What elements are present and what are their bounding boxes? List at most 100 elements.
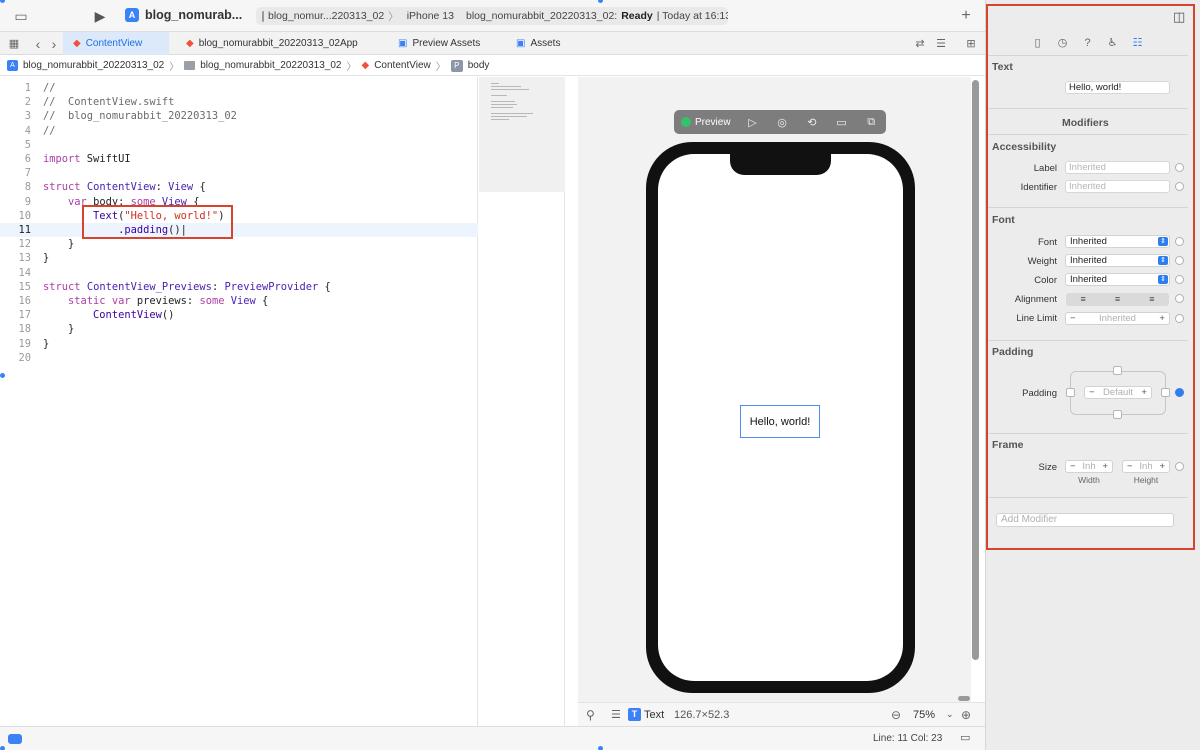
- debug-area-toggle-icon[interactable]: [8, 734, 22, 744]
- code-token: //: [43, 82, 56, 94]
- scheme-project[interactable]: A blog_nomurab...: [125, 8, 242, 22]
- editor-tab-bar: ▦ ‹ › ◆ ContentView ◆ blog_nomurabbit_20…: [0, 32, 985, 55]
- editor-options-icon[interactable]: ☰: [933, 36, 949, 52]
- code-token: ContentView_Previews: [86, 280, 212, 293]
- code-text: // blog_nomurabbit_20220313_02: [43, 109, 237, 123]
- live-dot-icon: [681, 117, 691, 127]
- sidebar-toggle-icon[interactable]: ▭: [13, 8, 29, 24]
- horizontal-scrollbar[interactable]: [958, 696, 970, 701]
- swift-icon: ◆: [361, 60, 370, 71]
- code-line[interactable]: 13}: [0, 251, 478, 265]
- line-number: 19: [18, 337, 31, 350]
- list-icon[interactable]: ☰: [611, 708, 621, 721]
- minimap[interactable]: [479, 77, 565, 726]
- pin-icon[interactable]: ⚲: [586, 708, 595, 722]
- app-icon: A: [125, 8, 139, 22]
- tab-app[interactable]: ◆ blog_nomurabbit_20220313_02App: [176, 32, 368, 55]
- line-number: 18: [18, 323, 31, 336]
- property-icon: P: [450, 59, 463, 72]
- breadcrumb: A blog_nomurabbit_20220313_02 〉 blog_nom…: [0, 56, 985, 76]
- zoom-out-icon[interactable]: ⊖: [891, 708, 901, 722]
- folder-icon: [184, 61, 196, 70]
- vertical-scrollbar[interactable]: [972, 80, 979, 660]
- device-settings-icon[interactable]: ▭: [827, 116, 857, 129]
- code-token: static: [68, 295, 106, 307]
- code-line[interactable]: 5: [0, 138, 478, 152]
- breadcrumb-file[interactable]: ContentView: [374, 60, 431, 71]
- source-editor[interactable]: 1 // 2 // ContentView.swift 3 // blog_nomurab…: [0, 77, 478, 726]
- code-line[interactable]: 14: [0, 266, 478, 280]
- code-text: }: [43, 322, 74, 336]
- breadcrumb-symbol[interactable]: body: [468, 60, 490, 71]
- code-line[interactable]: 12 }: [0, 237, 478, 251]
- selectable-icon[interactable]: ◎: [767, 116, 797, 129]
- code-line[interactable]: 6 import SwiftUI: [0, 152, 478, 166]
- code-token: {: [193, 181, 206, 194]
- device-notch: [730, 150, 831, 175]
- grid-icon[interactable]: ▦: [6, 36, 22, 52]
- rotate-icon[interactable]: ⟲: [797, 116, 827, 129]
- tab-preview-assets[interactable]: ▣ Preview Assets: [388, 32, 490, 55]
- status-state: Ready: [621, 10, 653, 22]
- minimap-line: [491, 95, 507, 96]
- preview-mode-button[interactable]: Preview: [674, 117, 738, 128]
- code-line[interactable]: 17 ContentView(): [0, 308, 478, 322]
- activity-status[interactable]: blog_nomur...220313_02 〉 iPhone 13 blog_…: [256, 7, 728, 25]
- console-toggle-icon[interactable]: ▭: [960, 731, 970, 744]
- code-token: import: [43, 153, 81, 165]
- code-line[interactable]: 9 var body: some View {: [0, 195, 478, 209]
- line-number: 3: [24, 110, 31, 123]
- swap-icon[interactable]: ⇄: [912, 36, 928, 52]
- breadcrumb-folder[interactable]: blog_nomurabbit_20220313_02: [200, 60, 341, 71]
- code-token: View: [230, 295, 256, 307]
- back-chevron-icon[interactable]: ‹: [30, 36, 46, 52]
- code-line[interactable]: 8 struct ContentView: View {: [0, 180, 478, 194]
- code-line[interactable]: 3 // blog_nomurabbit_20220313_02: [0, 109, 478, 123]
- code-line[interactable]: 1 //: [0, 81, 478, 95]
- minimap-line: [491, 113, 533, 114]
- preview-toolbar: Preview ▷ ◎ ⟲ ▭ ⧉: [674, 110, 886, 134]
- device-name[interactable]: iPhone 13: [407, 10, 454, 22]
- code-line[interactable]: 16 static var previews: some View {: [0, 294, 478, 308]
- selected-type: Text: [644, 708, 665, 721]
- add-icon[interactable]: +: [958, 8, 974, 24]
- code-line[interactable]: 20: [0, 351, 478, 365]
- swift-icon: ◆: [73, 38, 81, 49]
- highlight-box-inspector: [986, 4, 1195, 550]
- line-number: 5: [24, 138, 31, 151]
- code-line[interactable]: 11 .padding()|: [0, 223, 478, 237]
- preview-text-hello[interactable]: Hello, world!: [740, 405, 820, 438]
- line-number: 17: [18, 309, 31, 322]
- line-number: 1: [24, 82, 31, 94]
- tab-contentview[interactable]: ◆ ContentView: [63, 32, 169, 55]
- add-editor-icon[interactable]: ⊞: [963, 36, 979, 52]
- live-preview-icon[interactable]: ▷: [738, 116, 768, 129]
- code-line[interactable]: 15 struct ContentView_Previews: PreviewPr…: [0, 280, 478, 294]
- code-token: PreviewProvider: [224, 280, 319, 293]
- code-line[interactable]: 19}: [0, 337, 478, 351]
- duplicate-preview-icon[interactable]: ⧉: [856, 116, 886, 129]
- tab-assets[interactable]: ▣ Assets: [506, 32, 570, 55]
- zoom-in-icon[interactable]: ⊕: [961, 708, 971, 722]
- code-token: some: [199, 295, 225, 307]
- cursor-position: Line: 11 Col: 23: [873, 733, 943, 744]
- code-text: ContentView(): [43, 308, 174, 322]
- code-line[interactable]: 7: [0, 166, 478, 180]
- selection-handle: [0, 746, 5, 750]
- code-token: (): [161, 309, 175, 322]
- code-line[interactable]: 18 }: [0, 322, 478, 336]
- code-text: import SwiftUI: [43, 152, 131, 166]
- code-token: //: [43, 124, 56, 137]
- chevron-right-icon: 〉: [169, 62, 180, 73]
- scheme-name[interactable]: blog_nomur...220313_02: [268, 10, 384, 22]
- zoom-chevron-icon[interactable]: ⌄: [946, 709, 954, 720]
- project-icon: A: [7, 60, 18, 71]
- zoom-level[interactable]: 75%: [913, 709, 935, 721]
- code-line[interactable]: 4 //: [0, 124, 478, 138]
- code-line[interactable]: 2 // ContentView.swift: [0, 95, 478, 109]
- run-button-icon[interactable]: ▶: [92, 8, 108, 24]
- code-line[interactable]: 10 Text("Hello, world!"): [0, 209, 478, 223]
- breadcrumb-project[interactable]: blog_nomurabbit_20220313_02: [23, 60, 164, 71]
- forward-chevron-icon[interactable]: ›: [46, 36, 62, 52]
- code-token: ContentView: [86, 181, 156, 194]
